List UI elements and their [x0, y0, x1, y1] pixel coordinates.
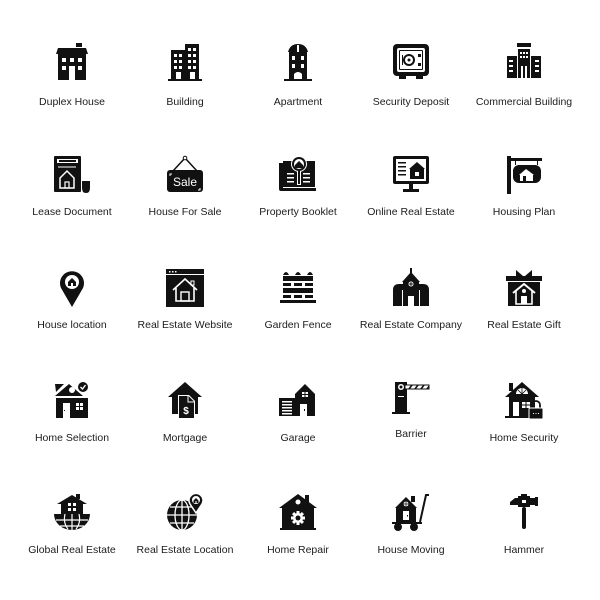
mortgage-icon: $ — [168, 382, 202, 419]
gift-house-icon — [506, 270, 542, 306]
icon-tile-building[interactable]: Building — [128, 42, 242, 108]
icon-tile-house-for-sale[interactable]: Sale House For Sale — [128, 155, 242, 218]
icon-label: Real Estate Website — [137, 319, 233, 331]
icon-tile-hammer[interactable]: Hammer — [467, 492, 581, 556]
icon-tile-real-estate-company[interactable]: Real Estate Company — [354, 268, 468, 331]
fence-icon — [280, 272, 316, 303]
svg-text:$: $ — [183, 406, 189, 417]
icon-label: Security Deposit — [372, 96, 450, 108]
lease-document-icon — [54, 156, 90, 193]
company-building-icon — [393, 268, 429, 306]
icon-label: House location — [37, 319, 107, 331]
icon-tile-lease-document[interactable]: Lease Document — [15, 155, 129, 218]
icon-label: Garage — [280, 432, 316, 444]
icon-tile-duplex-house[interactable]: Duplex House — [15, 42, 129, 108]
building-icon — [168, 44, 202, 81]
icon-label: Apartment — [273, 96, 323, 108]
icon-label: Online Real Estate — [367, 206, 455, 218]
icon-tile-real-estate-website[interactable]: Real Estate Website — [128, 268, 242, 331]
icon-tile-apartment[interactable]: Apartment — [241, 42, 355, 108]
house-cart-icon — [392, 494, 429, 531]
icon-label: Real Estate Company — [359, 319, 463, 331]
commercial-building-icon — [507, 43, 541, 78]
sale-sign-icon: Sale — [167, 155, 203, 192]
icon-label: Barrier — [395, 428, 427, 440]
icon-label: House For Sale — [148, 206, 222, 218]
icon-label: Garden Fence — [264, 319, 332, 331]
icon-tile-global-real-estate[interactable]: Global Real Estate — [15, 492, 129, 556]
icon-tile-home-repair[interactable]: Home Repair — [241, 492, 355, 556]
garage-icon — [279, 384, 315, 416]
icon-label: Duplex House — [39, 96, 105, 108]
globe-house-icon — [54, 494, 90, 530]
icon-tile-security-deposit[interactable]: Security Deposit — [354, 42, 468, 108]
icon-label: Lease Document — [32, 206, 112, 218]
duplex-house-icon — [56, 43, 88, 80]
apartment-icon — [284, 44, 312, 81]
icon-tile-home-security[interactable]: Home Security — [467, 380, 581, 444]
icon-label: House Moving — [377, 544, 445, 556]
icon-tile-home-selection[interactable]: Home Selection — [15, 380, 129, 444]
house-gear-icon — [279, 494, 317, 530]
icon-tile-property-booklet[interactable]: Property Booklet — [241, 155, 355, 218]
property-booklet-icon — [279, 156, 316, 191]
icon-label: Real Estate Gift — [487, 319, 561, 331]
monitor-house-icon — [393, 156, 429, 192]
icon-label: Mortgage — [162, 432, 208, 444]
icon-label: Building — [166, 96, 204, 108]
icon-tile-housing-plan[interactable]: Housing Plan — [467, 155, 581, 218]
icon-tile-real-estate-gift[interactable]: Real Estate Gift — [467, 268, 581, 331]
globe-pin-icon — [167, 492, 204, 531]
icon-tile-garage[interactable]: Garage — [241, 380, 355, 444]
hanging-sign-icon — [507, 156, 542, 194]
icon-label: Home Security — [489, 432, 559, 444]
icon-label: Hammer — [503, 544, 545, 556]
hammer-icon — [510, 494, 538, 529]
icon-label: Property Booklet — [259, 206, 337, 218]
icon-tile-real-estate-location[interactable]: Real Estate Location — [128, 492, 242, 556]
icon-label: Home Selection — [34, 432, 110, 444]
barrier-icon — [392, 382, 430, 414]
icon-tile-house-moving[interactable]: House Moving — [354, 492, 468, 556]
svg-text:Sale: Sale — [173, 175, 197, 189]
icon-label: Housing Plan — [492, 206, 556, 218]
icon-label: Global Real Estate — [28, 544, 116, 556]
icon-tile-online-real-estate[interactable]: Online Real Estate — [354, 155, 468, 218]
icon-tile-house-location[interactable]: House location — [15, 268, 129, 331]
icon-label: Commercial Building — [475, 96, 573, 108]
icon-label: Real Estate Location — [136, 544, 234, 556]
home-lock-icon — [505, 382, 544, 420]
safe-icon — [393, 44, 429, 79]
icon-tile-barrier[interactable]: Barrier — [354, 380, 468, 440]
browser-house-icon — [166, 269, 204, 307]
icon-label: Home Repair — [267, 544, 329, 556]
icon-tile-garden-fence[interactable]: Garden Fence — [241, 268, 355, 331]
icon-tile-commercial-building[interactable]: Commercial Building — [467, 42, 581, 108]
icon-tile-mortgage[interactable]: $ Mortgage — [128, 380, 242, 444]
home-selection-icon — [55, 381, 89, 418]
location-pin-house-icon — [60, 271, 84, 307]
